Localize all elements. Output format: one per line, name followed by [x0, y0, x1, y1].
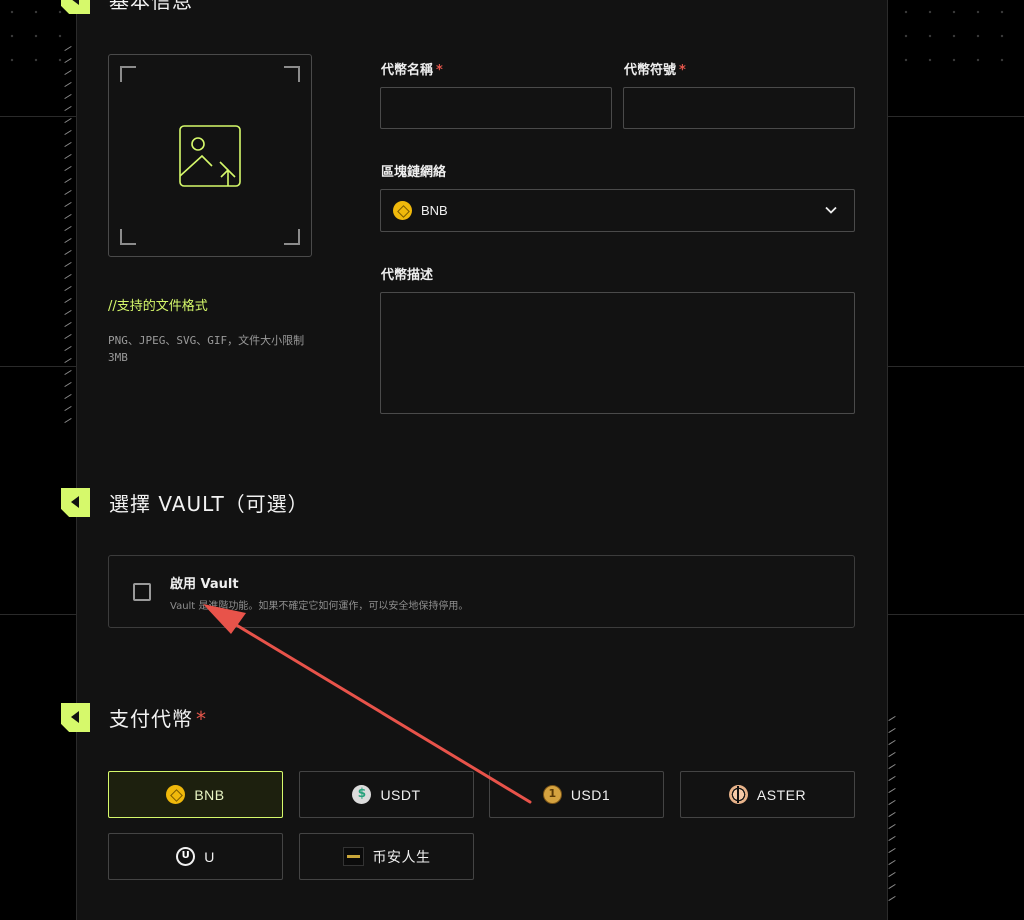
corner-bracket: [120, 66, 136, 82]
background-dots: [0, 0, 70, 70]
network-select[interactable]: BNB: [380, 189, 855, 232]
section-marker-icon: [61, 0, 90, 14]
pay-token-usd1-button[interactable]: USD1: [489, 771, 664, 818]
description-textarea[interactable]: [380, 292, 855, 414]
token-name-label-text: 代幣名稱: [381, 63, 434, 78]
token-symbol-input[interactable]: [623, 87, 855, 129]
corner-bracket: [120, 229, 136, 245]
background-dots: [894, 0, 1024, 70]
corner-bracket: [284, 66, 300, 82]
pay-token-bnb-button[interactable]: BNB: [108, 771, 283, 818]
enable-vault-checkbox[interactable]: [133, 583, 151, 601]
section-header-payment: 支付代幣 *: [61, 703, 207, 732]
pay-token-usdt-button[interactable]: USDT: [299, 771, 474, 818]
background-grid-line: [0, 614, 76, 615]
image-upload-icon: [179, 125, 241, 187]
bnb-coin-icon: [166, 785, 186, 804]
network-label: 區塊鏈網絡: [381, 165, 447, 180]
pay-token-label: USDT: [380, 786, 421, 803]
required-mark: *: [436, 63, 443, 78]
required-mark: *: [679, 63, 686, 78]
bnb-coin-icon: [393, 201, 412, 220]
aster-coin-icon: [728, 785, 748, 804]
token-symbol-label-text: 代幣符號: [624, 63, 677, 78]
section-marker-icon: [61, 488, 90, 517]
pay-token-label: 币安人生: [372, 848, 431, 865]
background-ticks: [888, 715, 902, 910]
description-label: 代幣描述: [381, 268, 434, 283]
network-select-value: BNB: [421, 203, 448, 218]
background-grid-line: [888, 116, 1024, 117]
file-formats-title: //支持的文件格式: [108, 299, 208, 314]
section-marker-icon: [61, 703, 90, 732]
token-symbol-label: 代幣符號 *: [624, 59, 686, 78]
usdt-coin-icon: [352, 785, 372, 804]
background-grid-line: [888, 614, 1024, 615]
file-formats-description: PNG、JPEG、SVG、GIF，文件大小限制 3MB: [108, 334, 305, 364]
token-name-label: 代幣名稱 *: [381, 59, 443, 78]
binance-life-coin-icon: [342, 847, 364, 866]
pay-token-label: ASTER: [756, 786, 807, 803]
chevron-down-icon: [825, 206, 837, 214]
vault-option-card[interactable]: 啟用 Vault Vault 是進階功能。如果不確定它如何運作，可以安全地保持停…: [108, 555, 855, 628]
corner-bracket: [284, 229, 300, 245]
required-mark: *: [196, 707, 207, 731]
section-header-vault: 選擇 VAULT（可選）: [61, 488, 309, 517]
section-title: 支付代幣 *: [109, 703, 207, 732]
payment-title-text: 支付代幣: [109, 707, 193, 731]
enable-vault-title: 啟用 Vault: [170, 577, 239, 592]
enable-vault-description: Vault 是進階功能。如果不確定它如何運作，可以安全地保持停用。: [170, 601, 469, 612]
pay-token-label: USD1: [570, 786, 611, 803]
usd1-coin-icon: [542, 785, 562, 804]
section-title: 選擇 VAULT（可選）: [109, 492, 309, 516]
u-coin-icon: U: [176, 847, 196, 866]
image-upload-dropzone[interactable]: [108, 54, 312, 257]
background-grid-line: [888, 366, 1024, 367]
pay-token-binance-life-button[interactable]: 币安人生: [299, 833, 474, 880]
pay-token-u-button[interactable]: U U: [108, 833, 283, 880]
pay-token-aster-button[interactable]: ASTER: [680, 771, 855, 818]
pay-token-label: BNB: [194, 786, 225, 803]
section-title: 基本信息: [109, 0, 193, 13]
pay-token-label: U: [204, 848, 215, 865]
token-name-input[interactable]: [380, 87, 612, 129]
section-header-basic-info: 基本信息: [61, 0, 193, 14]
